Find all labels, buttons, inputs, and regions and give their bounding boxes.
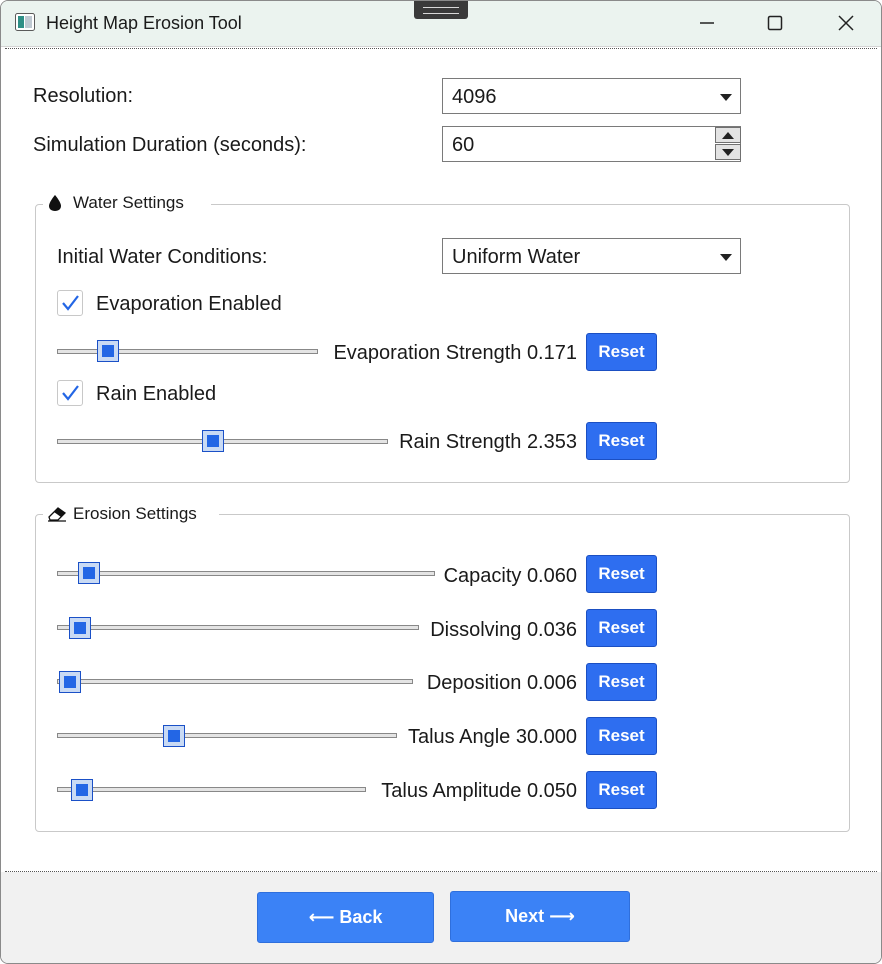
deposition-name: Deposition (426, 672, 522, 694)
back-button[interactable]: ⟵ Back (257, 892, 434, 943)
focus-outline-top (5, 48, 877, 49)
rain-strength-value: 2.353 (526, 431, 577, 453)
initial-water-dropdown[interactable]: Uniform Water (442, 238, 741, 274)
capacity-label: Capacity 0.060 (444, 565, 577, 588)
dissolving-name: Dissolving (430, 619, 522, 641)
evaporation-strength-name: Evaporation Strength (333, 342, 522, 364)
evaporation-strength-value: 0.171 (526, 342, 577, 364)
deposition-label: Deposition 0.006 (427, 672, 577, 695)
talus-amplitude-reset-button[interactable]: Reset (586, 771, 657, 809)
app-icon (15, 13, 35, 31)
talus-angle-name: Talus Angle (407, 726, 511, 748)
duration-label: Simulation Duration (seconds): (33, 134, 307, 156)
chevron-down-icon (720, 254, 732, 261)
deposition-value: 0.006 (526, 672, 577, 694)
dissolving-label: Dissolving 0.036 (430, 619, 577, 642)
capacity-thumb[interactable] (78, 562, 100, 584)
evaporation-enabled-label: Evaporation Enabled (96, 293, 282, 315)
erosion-settings-title: Erosion Settings (73, 504, 197, 523)
window-title: Height Map Erosion Tool (46, 13, 242, 33)
capacity-track[interactable] (57, 571, 435, 576)
talus-amplitude-thumb[interactable] (71, 779, 93, 801)
minimize-button[interactable] (684, 5, 730, 41)
talus-amplitude-label: Talus Amplitude 0.050 (381, 780, 577, 803)
talus-angle-thumb[interactable] (163, 725, 185, 747)
rain-strength-label: Rain Strength 2.353 (399, 431, 577, 454)
deposition-track[interactable] (57, 679, 413, 684)
resolution-value: 4096 (452, 86, 497, 108)
dissolving-value: 0.036 (526, 619, 577, 641)
evaporation-reset-button[interactable]: Reset (586, 333, 657, 371)
talus-amplitude-value: 0.050 (526, 780, 577, 802)
dissolving-track[interactable] (57, 625, 419, 630)
resolution-label: Resolution: (33, 85, 134, 107)
talus-angle-label: Talus Angle 30.000 (408, 726, 577, 749)
settings-panel: Resolution: 4096 Simulation Duration (se… (1, 46, 881, 873)
deposition-thumb[interactable] (59, 671, 81, 693)
talus-amplitude-track[interactable] (57, 787, 366, 792)
dissolving-thumb[interactable] (69, 617, 91, 639)
evaporation-strength-thumb[interactable] (97, 340, 119, 362)
next-button[interactable]: Next ⟶ (450, 891, 630, 942)
talus-angle-reset-button[interactable]: Reset (586, 717, 657, 755)
close-icon (838, 15, 854, 31)
close-button[interactable] (823, 5, 869, 41)
talus-angle-value: 30.000 (515, 726, 577, 748)
rain-enabled-label: Rain Enabled (96, 383, 217, 405)
rain-strength-thumb[interactable] (202, 430, 224, 452)
maximize-button[interactable] (752, 5, 798, 41)
talus-amplitude-name: Talus Amplitude (381, 780, 522, 802)
chevron-down-icon (720, 94, 732, 101)
checkmark-icon (62, 385, 79, 401)
duration-increment-button[interactable] (715, 127, 741, 143)
capacity-reset-button[interactable]: Reset (586, 555, 657, 593)
water-settings-header: Water Settings (43, 192, 211, 214)
talus-angle-track[interactable] (57, 733, 397, 738)
evaporation-checkbox[interactable] (57, 290, 83, 316)
erosion-settings-header: Erosion Settings (43, 503, 219, 525)
title-bar[interactable]: Height Map Erosion Tool (1, 1, 881, 46)
duration-input[interactable]: 60 (442, 126, 741, 162)
initial-water-label: Initial Water Conditions: (57, 246, 268, 268)
app-window: Height Map Erosion Tool Resolution: 4096… (0, 0, 882, 964)
duration-decrement-button[interactable] (715, 144, 741, 160)
rain-strength-name: Rain Strength (399, 431, 522, 453)
snap-grip-handle[interactable] (414, 1, 468, 19)
resolution-dropdown[interactable]: 4096 (442, 78, 741, 114)
maximize-icon (767, 15, 783, 31)
eraser-icon (47, 505, 67, 528)
minimize-icon (700, 22, 714, 24)
capacity-name: Capacity (443, 565, 522, 587)
initial-water-value: Uniform Water (452, 246, 581, 268)
water-settings-title: Water Settings (73, 193, 184, 212)
deposition-reset-button[interactable]: Reset (586, 663, 657, 701)
dissolving-reset-button[interactable]: Reset (586, 609, 657, 647)
rain-reset-button[interactable]: Reset (586, 422, 657, 460)
checkmark-icon (62, 295, 79, 311)
evaporation-strength-label: Evaporation Strength 0.171 (333, 342, 577, 365)
capacity-value: 0.060 (526, 565, 577, 587)
rain-checkbox[interactable] (57, 380, 83, 406)
water-drop-icon (47, 194, 63, 217)
wizard-footer: ⟵ Back Next ⟶ (1, 872, 881, 963)
duration-value: 60 (452, 134, 475, 156)
